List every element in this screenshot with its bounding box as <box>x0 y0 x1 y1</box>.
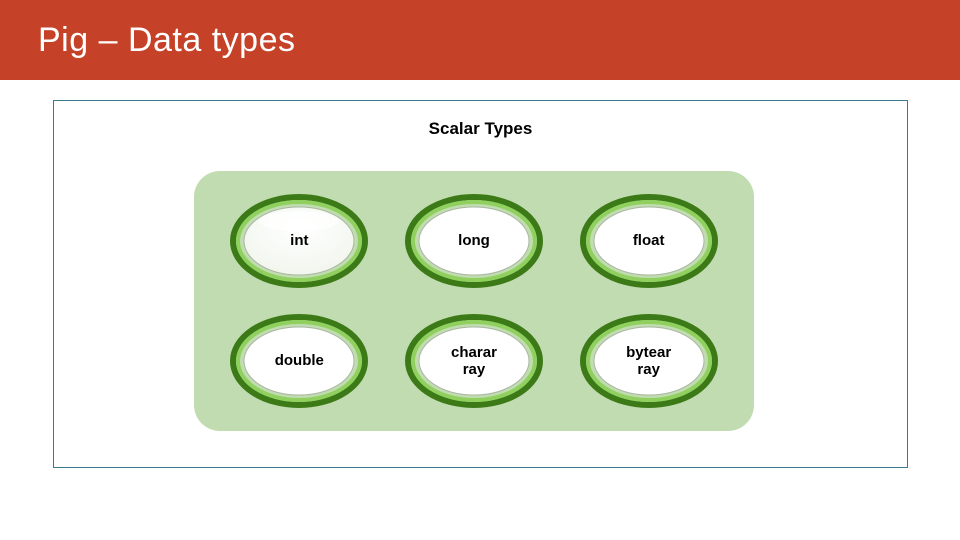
type-ellipse: long <box>400 191 548 291</box>
type-label: long <box>458 232 490 249</box>
slide: Pig – Data types Scalar Types <box>0 0 960 540</box>
type-label: float <box>633 232 665 249</box>
type-ellipse: float <box>575 191 723 291</box>
type-ellipse: charar ray <box>400 311 548 411</box>
type-label: charar ray <box>451 344 497 379</box>
type-label: double <box>275 352 324 369</box>
types-container: int long <box>194 171 754 431</box>
type-ellipse: int <box>225 191 373 291</box>
type-label: bytear ray <box>626 344 671 379</box>
title-bar: Pig – Data types <box>0 0 960 80</box>
type-label: int <box>290 232 308 249</box>
slide-title: Pig – Data types <box>38 21 295 60</box>
type-ellipse: double <box>225 311 373 411</box>
content-frame: Scalar Types <box>53 100 908 468</box>
types-grid: int long <box>194 171 754 431</box>
diagram-title: Scalar Types <box>429 119 533 139</box>
type-ellipse: bytear ray <box>575 311 723 411</box>
